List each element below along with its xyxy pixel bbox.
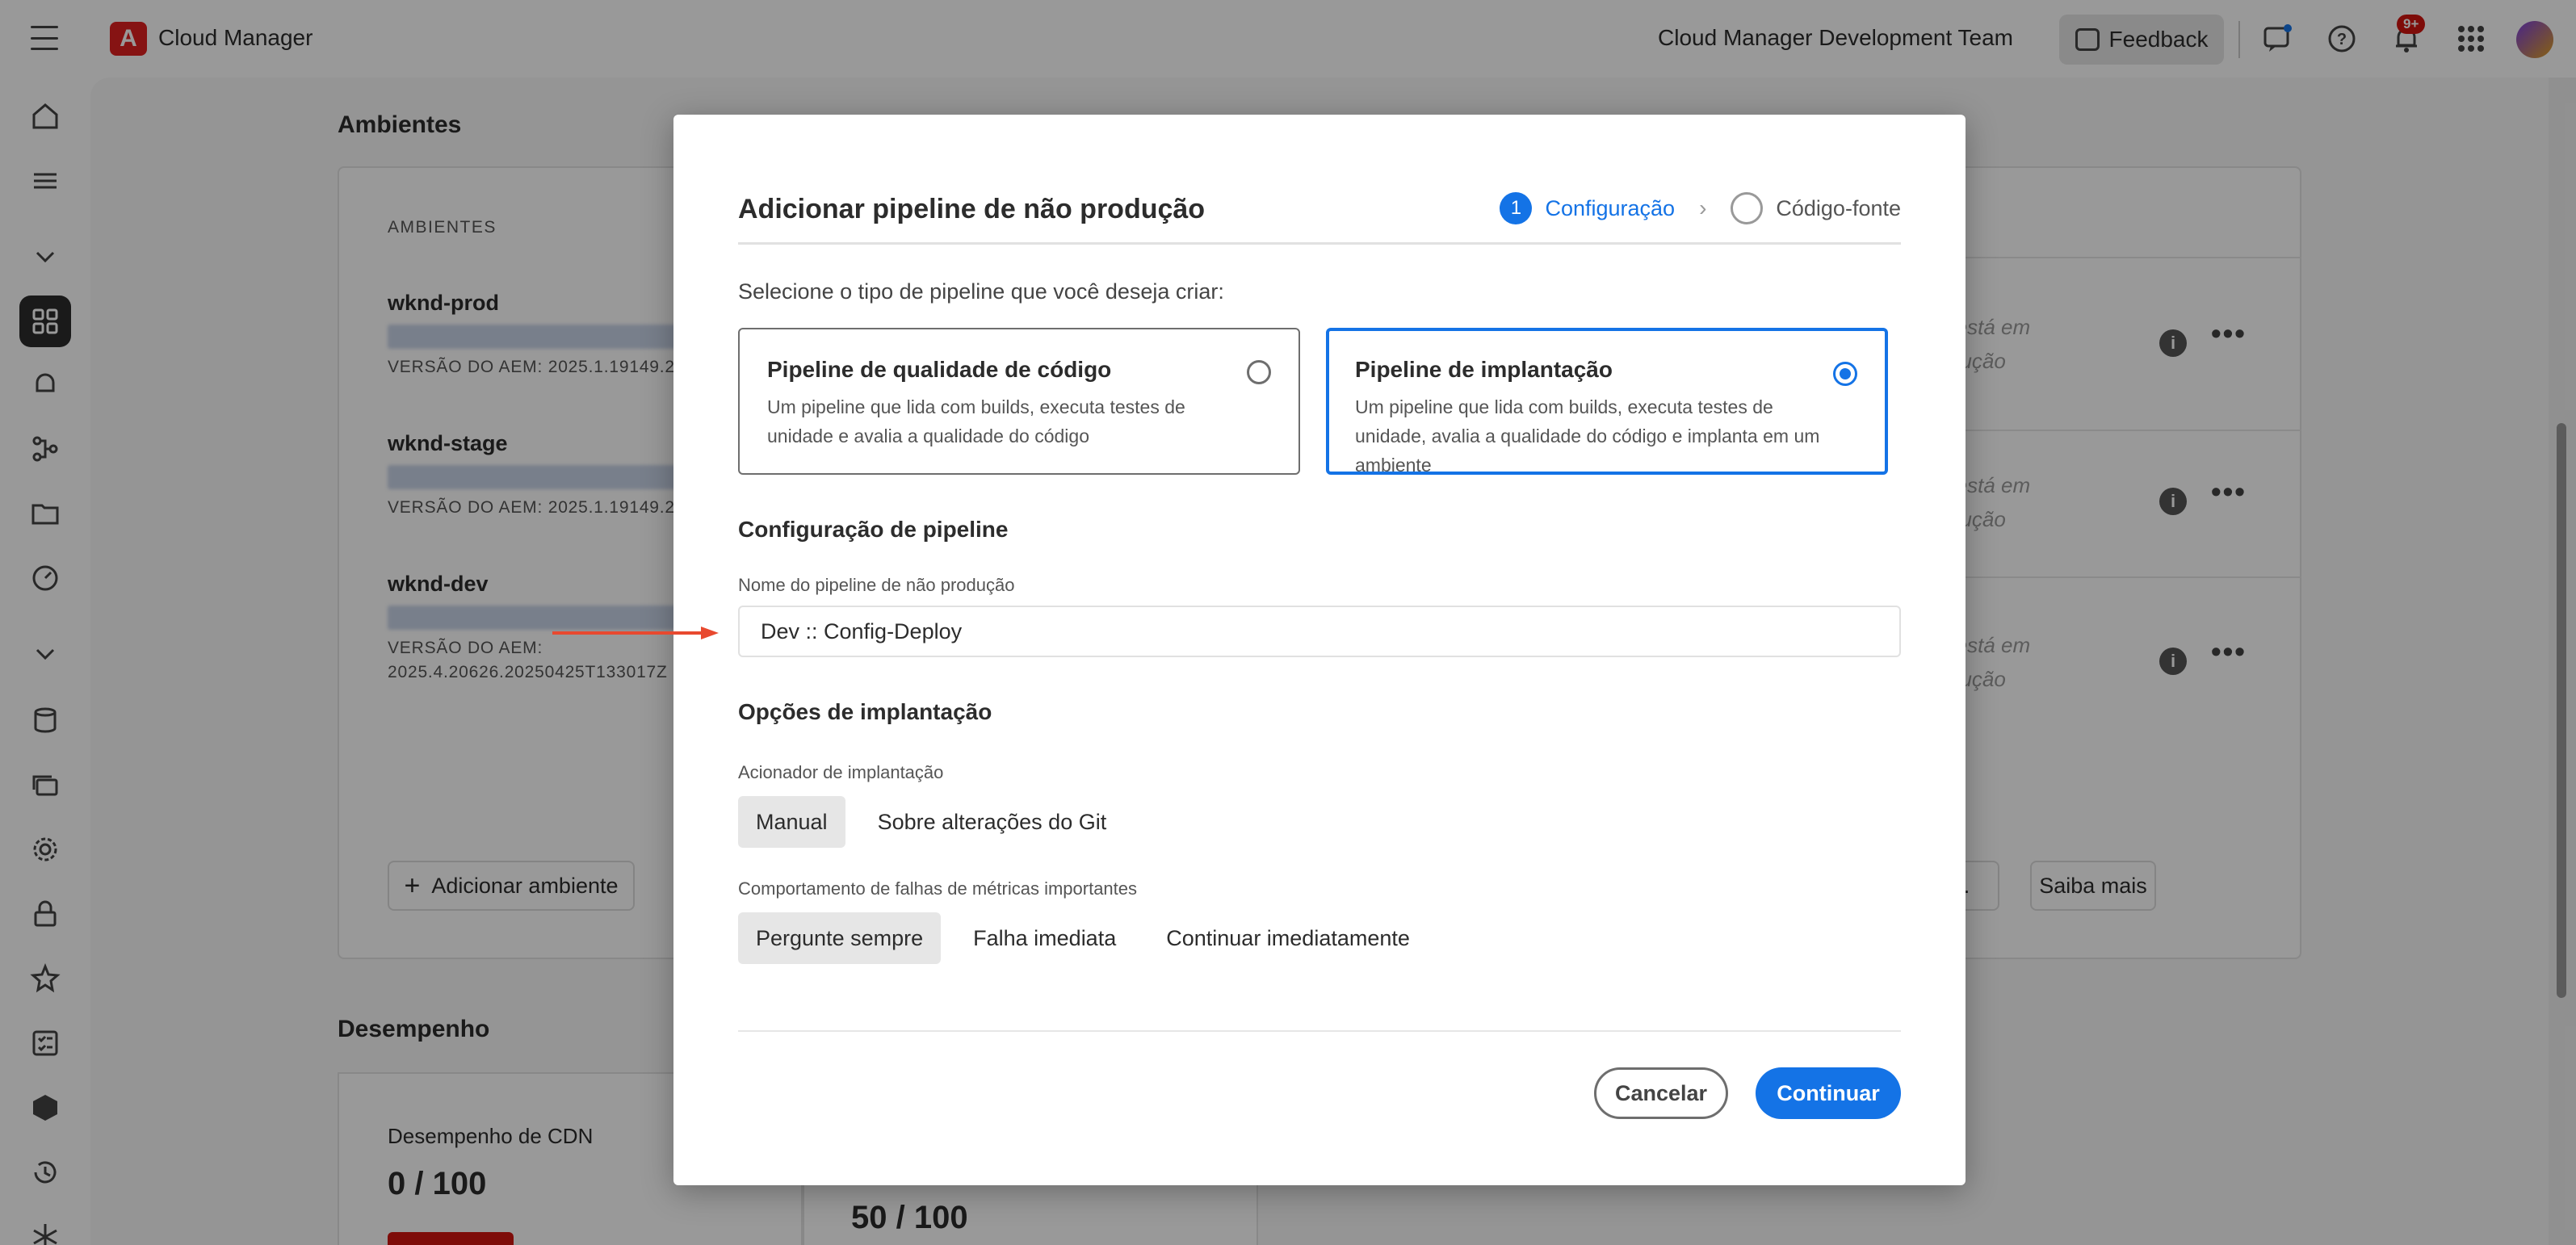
step-configuration[interactable]: Configuração — [1545, 196, 1675, 221]
dialog-title: Adicionar pipeline de não produção — [738, 194, 1206, 224]
deploy-options-heading: Opções de implantação — [738, 699, 992, 724]
divider — [738, 1030, 1901, 1032]
continue-button[interactable]: Continuar — [1756, 1067, 1901, 1119]
option-title: Pipeline de implantação — [1355, 357, 1613, 382]
step-source-code[interactable]: Código-fonte — [1776, 196, 1901, 221]
deploy-trigger-label: Acionador de implantação — [738, 762, 944, 782]
radio-checked-icon[interactable] — [1833, 362, 1857, 386]
cancel-button[interactable]: Cancelar — [1594, 1067, 1728, 1119]
pipeline-name-label: Nome do pipeline de não produção — [738, 575, 1015, 595]
metrics-fail-immediately-option[interactable]: Falha imediata — [955, 912, 1134, 964]
chevron-right-icon: › — [1699, 195, 1707, 220]
option-description: Um pipeline que lida com builds, executa… — [767, 396, 1185, 446]
option-description: Um pipeline que lida com builds, executa… — [1355, 396, 1820, 476]
deploy-trigger-selector: Manual Sobre alterações do Git — [738, 796, 1139, 848]
radio-unchecked-icon[interactable] — [1247, 360, 1271, 384]
pipeline-type-prompt: Selecione o tipo de pipeline que você de… — [738, 279, 1224, 304]
metrics-always-ask-option[interactable]: Pergunte sempre — [738, 912, 942, 964]
divider — [738, 242, 1901, 245]
metrics-failure-label: Comportamento de falhas de métricas impo… — [738, 878, 1138, 899]
metrics-continue-immediately-option[interactable]: Continuar imediatamente — [1148, 912, 1428, 964]
add-pipeline-dialog: Adicionar pipeline de não produção 1 Con… — [673, 115, 1966, 1185]
annotation-arrow-icon — [552, 627, 719, 639]
trigger-git-changes-option[interactable]: Sobre alterações do Git — [860, 796, 1125, 848]
pipeline-config-heading: Configuração de pipeline — [738, 517, 1009, 542]
step-number: 1 — [1500, 192, 1533, 224]
step-pending-circle-icon — [1731, 192, 1764, 224]
metrics-failure-selector: Pergunte sempre Falha imediata Continuar… — [738, 912, 1442, 964]
pipeline-name-input[interactable] — [738, 606, 1901, 657]
code-quality-pipeline-option[interactable]: Pipeline de qualidade de código Um pipel… — [738, 328, 1300, 475]
option-title: Pipeline de qualidade de código — [767, 357, 1112, 382]
wizard-stepper: 1 Configuração › Código-fonte — [1500, 192, 1901, 224]
trigger-manual-option[interactable]: Manual — [738, 796, 845, 848]
deployment-pipeline-option[interactable]: Pipeline de implantação Um pipeline que … — [1326, 328, 1888, 476]
